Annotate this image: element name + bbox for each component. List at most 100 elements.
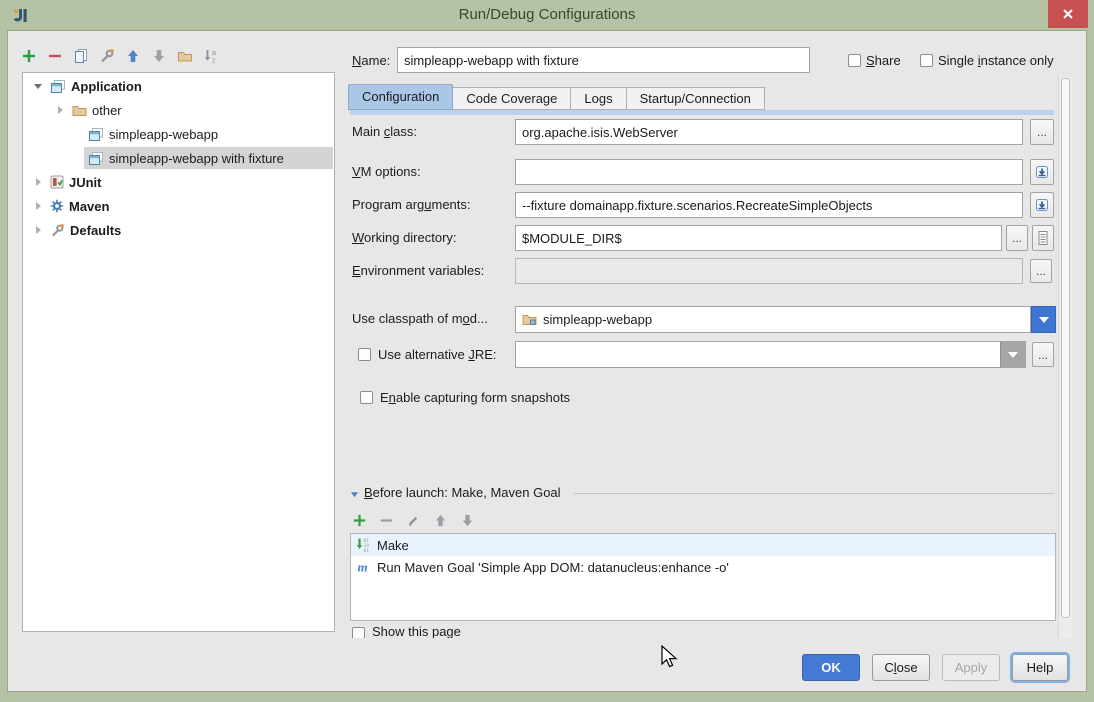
move-down-button[interactable] xyxy=(146,44,171,68)
use-classpath-combobox[interactable]: simpleapp-webapp xyxy=(515,306,1031,333)
make-icon: 011001 xyxy=(356,537,372,553)
move-up-button[interactable] xyxy=(120,44,145,68)
before-launch-edit-button[interactable] xyxy=(402,509,424,531)
tree-item-label: Maven xyxy=(69,199,109,214)
show-this-page-checkbox[interactable] xyxy=(352,627,365,638)
alternative-jre-dropdown-button[interactable] xyxy=(1000,342,1025,367)
combo-arrow-icon xyxy=(1007,351,1019,359)
ok-button[interactable]: OK xyxy=(802,654,860,681)
add-configuration-button[interactable] xyxy=(16,44,41,68)
working-directory-browse-button[interactable]: ... xyxy=(1006,225,1028,251)
use-alternative-jre-label: Use alternative JRE: xyxy=(378,341,497,368)
alternative-jre-combobox[interactable] xyxy=(515,341,1026,368)
before-launch-move-down-button[interactable] xyxy=(456,509,478,531)
working-directory-input[interactable] xyxy=(515,225,1002,251)
tree-item-other[interactable]: other xyxy=(24,98,333,122)
environment-variables-input[interactable] xyxy=(515,258,1023,284)
expand-editor-icon xyxy=(1034,164,1050,180)
remove-icon xyxy=(47,48,63,64)
edit-defaults-button[interactable] xyxy=(94,44,119,68)
tab-code-coverage[interactable]: Code Coverage xyxy=(453,87,571,110)
copy-configuration-button[interactable] xyxy=(68,44,93,68)
expander-expanded-icon[interactable] xyxy=(32,81,44,91)
tree-item-simpleapp-webapp[interactable]: simpleapp-webapp xyxy=(24,122,333,146)
use-classpath-dropdown-button[interactable] xyxy=(1031,306,1056,333)
document-list-icon xyxy=(1036,230,1050,246)
svg-text:m: m xyxy=(358,560,368,575)
tab-configuration[interactable]: Configuration xyxy=(348,84,453,110)
before-launch-remove-button[interactable] xyxy=(375,509,397,531)
working-directory-macros-button[interactable] xyxy=(1032,225,1054,251)
before-launch-title: Before launch: Make, Maven Goal xyxy=(364,485,561,500)
vertical-scrollbar[interactable] xyxy=(1058,76,1072,638)
before-launch-item-label: Make xyxy=(377,538,409,553)
move-down-icon xyxy=(460,513,475,528)
before-launch-toolbar xyxy=(348,509,478,531)
copy-icon xyxy=(73,48,89,64)
help-button[interactable]: Help xyxy=(1012,654,1068,681)
expand-editor-icon xyxy=(1034,197,1050,213)
share-checkbox[interactable] xyxy=(848,54,861,67)
window-title: Run/Debug Configurations xyxy=(0,0,1094,30)
module-icon xyxy=(522,313,537,326)
expander-collapsed-icon[interactable] xyxy=(32,225,44,235)
tree-item-simpleapp-webapp-with-fixture[interactable]: simpleapp-webapp with fixture xyxy=(24,146,333,170)
use-classpath-value: simpleapp-webapp xyxy=(543,312,652,327)
tree-item-label: Application xyxy=(71,79,142,94)
program-arguments-input[interactable] xyxy=(515,192,1023,218)
expander-collapsed-icon[interactable] xyxy=(32,177,44,187)
tree-item-label: simpleapp-webapp xyxy=(109,127,218,142)
before-launch-add-button[interactable] xyxy=(348,509,370,531)
remove-configuration-button[interactable] xyxy=(42,44,67,68)
edit-icon xyxy=(406,513,421,528)
vm-options-label: VM options: xyxy=(352,159,421,185)
tab-startup-connection[interactable]: Startup/Connection xyxy=(627,87,765,110)
tree-item-maven[interactable]: Maven xyxy=(24,194,333,218)
create-folder-button[interactable] xyxy=(172,44,197,68)
tab-logs[interactable]: Logs xyxy=(571,87,626,110)
tree-item-label: simpleapp-webapp with fixture xyxy=(109,151,284,166)
remove-icon xyxy=(379,513,394,528)
before-launch-item-maven-goal[interactable]: m Run Maven Goal 'Simple App DOM: datanu… xyxy=(351,556,1055,578)
program-arguments-expand-button[interactable] xyxy=(1030,192,1054,218)
before-launch-item-label: Run Maven Goal 'Simple App DOM: datanucl… xyxy=(377,560,729,575)
sort-configurations-button[interactable]: az xyxy=(198,44,223,68)
enable-capturing-checkbox[interactable] xyxy=(360,391,373,404)
environment-variables-browse-button[interactable]: ... xyxy=(1030,259,1052,283)
title-bar[interactable]: Run/Debug Configurations xyxy=(0,0,1094,30)
before-launch-item-make[interactable]: 011001 Make xyxy=(351,534,1055,556)
junit-icon xyxy=(50,175,64,189)
show-this-page-row: Show this page xyxy=(350,626,650,638)
settings-icon xyxy=(99,48,115,64)
maven-icon xyxy=(50,199,64,213)
before-launch-rule xyxy=(574,493,1054,494)
close-button[interactable] xyxy=(1048,0,1088,28)
before-launch-expander-icon[interactable] xyxy=(350,490,359,499)
name-input[interactable] xyxy=(397,47,810,73)
expander-collapsed-icon[interactable] xyxy=(54,105,66,115)
expander-collapsed-icon[interactable] xyxy=(32,201,44,211)
close-dialog-button[interactable]: Close xyxy=(872,654,930,681)
tree-item-junit[interactable]: JUnit xyxy=(24,170,333,194)
use-classpath-label: Use classpath of mod... xyxy=(352,306,488,332)
folder-icon xyxy=(72,104,87,117)
tree-item-label: other xyxy=(92,103,122,118)
program-arguments-label: Program arguments: xyxy=(352,192,471,218)
svg-text:a: a xyxy=(212,50,216,57)
apply-button[interactable]: Apply xyxy=(942,654,1000,681)
scrollbar-thumb[interactable] xyxy=(1061,78,1070,618)
main-class-browse-button[interactable]: ... xyxy=(1030,119,1054,145)
main-class-input[interactable] xyxy=(515,119,1023,145)
sort-alphabetically-icon: az xyxy=(203,48,219,64)
single-instance-checkbox[interactable] xyxy=(920,54,933,67)
tree-item-defaults[interactable]: Defaults xyxy=(24,218,333,242)
application-icon xyxy=(88,151,104,166)
before-launch-list: 011001 Make m Run Maven Goal 'Simple App… xyxy=(350,533,1056,621)
defaults-icon xyxy=(50,223,65,238)
before-launch-move-up-button[interactable] xyxy=(429,509,451,531)
alternative-jre-browse-button[interactable]: ... xyxy=(1032,342,1054,367)
tree-item-application[interactable]: Application xyxy=(24,74,333,98)
vm-options-input[interactable] xyxy=(515,159,1023,185)
vm-options-expand-button[interactable] xyxy=(1030,159,1054,185)
use-alternative-jre-checkbox[interactable] xyxy=(358,348,371,361)
